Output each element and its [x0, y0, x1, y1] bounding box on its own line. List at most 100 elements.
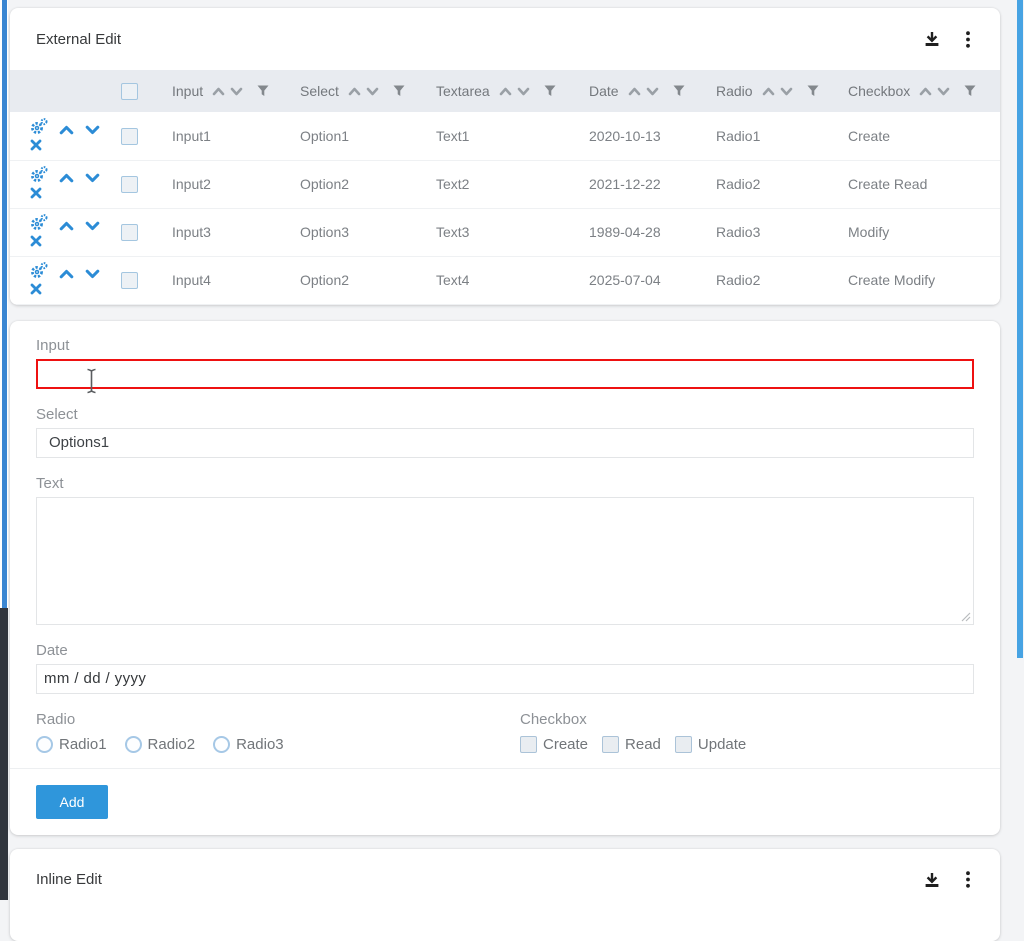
right-scrollbar-thumb[interactable]: [1017, 0, 1023, 658]
text-field-label: Text: [36, 475, 974, 492]
sort-asc-button[interactable]: [499, 87, 512, 96]
sort-desc-button[interactable]: [366, 87, 379, 96]
chevron-up-icon: [348, 87, 361, 96]
radio-option-label: Radio2: [148, 736, 196, 753]
chevron-down-icon: [366, 87, 379, 96]
sort-desc-button[interactable]: [230, 87, 243, 96]
filter-icon: [393, 85, 405, 97]
filter-button[interactable]: [807, 85, 819, 97]
chevron-up-icon: [628, 87, 641, 96]
row-move-down-button[interactable]: [85, 269, 100, 279]
sort-asc-button[interactable]: [628, 87, 641, 96]
left-scrollbar-thumb[interactable]: [2, 0, 7, 608]
add-button[interactable]: Add: [36, 785, 108, 819]
column-header-select: Select: [290, 70, 426, 112]
chevron-up-icon: [59, 173, 74, 183]
download-icon: [924, 31, 940, 47]
checkbox-option-update[interactable]: [675, 736, 692, 753]
row-move-up-button[interactable]: [59, 221, 74, 231]
filter-button[interactable]: [393, 85, 405, 97]
chevron-down-icon: [85, 221, 100, 231]
sort-asc-button[interactable]: [212, 87, 225, 96]
filter-button[interactable]: [257, 85, 269, 97]
date-field[interactable]: mm / dd / yyyy: [36, 664, 974, 694]
chevron-down-icon: [85, 173, 100, 183]
row-settings-button[interactable]: [30, 166, 48, 183]
radio-group-label: Radio: [36, 711, 520, 728]
select-all-column-header: [110, 70, 162, 112]
chevron-up-icon: [59, 221, 74, 231]
cell-textarea: Text3: [426, 208, 579, 256]
sort-desc-button[interactable]: [646, 87, 659, 96]
input-field[interactable]: [36, 359, 974, 389]
left-scrollbar-track[interactable]: [0, 0, 8, 900]
row-settings-button[interactable]: [30, 118, 48, 135]
row-move-down-button[interactable]: [85, 221, 100, 231]
cell-checkbox: Modify: [838, 208, 1000, 256]
grid-header-row: Input Select Textarea: [10, 70, 1000, 112]
card-menu-button[interactable]: [966, 31, 970, 48]
filter-icon: [807, 85, 819, 97]
row-settings-button[interactable]: [30, 214, 48, 231]
select-field[interactable]: Options1: [36, 428, 974, 458]
row-delete-button[interactable]: [30, 139, 42, 151]
download-button[interactable]: [924, 31, 940, 47]
checkbox-option-read[interactable]: [602, 736, 619, 753]
left-scrollbar-dark-track[interactable]: [0, 608, 8, 900]
cell-radio: Radio1: [706, 112, 838, 160]
row-checkbox[interactable]: [121, 272, 138, 289]
download-button[interactable]: [924, 872, 940, 888]
cell-date: 2021-12-22: [579, 160, 706, 208]
cell-input: Input3: [162, 208, 290, 256]
filter-button[interactable]: [673, 85, 685, 97]
column-header-date: Date: [579, 70, 706, 112]
sort-asc-button[interactable]: [762, 87, 775, 96]
row-delete-button[interactable]: [30, 235, 42, 247]
card-menu-button[interactable]: [966, 871, 970, 888]
row-checkbox[interactable]: [121, 224, 138, 241]
row-delete-button[interactable]: [30, 283, 42, 295]
filter-icon: [964, 85, 976, 97]
chevron-up-icon: [212, 87, 225, 96]
select-field-value: Options1: [49, 434, 109, 451]
radio-checkbox-row: Radio Radio1 Radio2 Radio3 Checkbox Crea…: [36, 711, 974, 754]
row-settings-button[interactable]: [30, 262, 48, 279]
column-label: Select: [300, 83, 339, 99]
resize-grip-icon[interactable]: [960, 611, 971, 622]
inline-edit-card: Inline Edit: [10, 849, 1000, 941]
cell-textarea: Text2: [426, 160, 579, 208]
row-checkbox[interactable]: [121, 128, 138, 145]
checkbox-option-create[interactable]: [520, 736, 537, 753]
right-scrollbar-track[interactable]: [1016, 0, 1024, 900]
row-move-up-button[interactable]: [59, 173, 74, 183]
filter-button[interactable]: [964, 85, 976, 97]
row-move-up-button[interactable]: [59, 125, 74, 135]
checkbox-group-label: Checkbox: [520, 711, 974, 728]
radio-option-radio1[interactable]: [36, 736, 53, 753]
input-field-label: Input: [36, 337, 974, 354]
row-delete-button[interactable]: [30, 187, 42, 199]
cell-select: Option2: [290, 160, 426, 208]
sort-desc-button[interactable]: [937, 87, 950, 96]
radio-option-radio2[interactable]: [125, 736, 142, 753]
filter-icon: [544, 85, 556, 97]
text-field[interactable]: [36, 497, 974, 625]
sort-desc-button[interactable]: [780, 87, 793, 96]
row-move-up-button[interactable]: [59, 269, 74, 279]
radio-option-radio3[interactable]: [213, 736, 230, 753]
select-all-checkbox[interactable]: [121, 83, 138, 100]
row-move-down-button[interactable]: [85, 125, 100, 135]
cell-checkbox: Create Modify: [838, 256, 1000, 304]
row-checkbox[interactable]: [121, 176, 138, 193]
cell-radio: Radio2: [706, 256, 838, 304]
sort-asc-button[interactable]: [919, 87, 932, 96]
cell-checkbox: Create Read: [838, 160, 1000, 208]
filter-button[interactable]: [544, 85, 556, 97]
sort-desc-button[interactable]: [517, 87, 530, 96]
column-label: Input: [172, 83, 203, 99]
input-field-wrap: [36, 359, 974, 389]
sort-asc-button[interactable]: [348, 87, 361, 96]
row-move-down-button[interactable]: [85, 173, 100, 183]
chevron-down-icon: [230, 87, 243, 96]
cell-input: Input4: [162, 256, 290, 304]
